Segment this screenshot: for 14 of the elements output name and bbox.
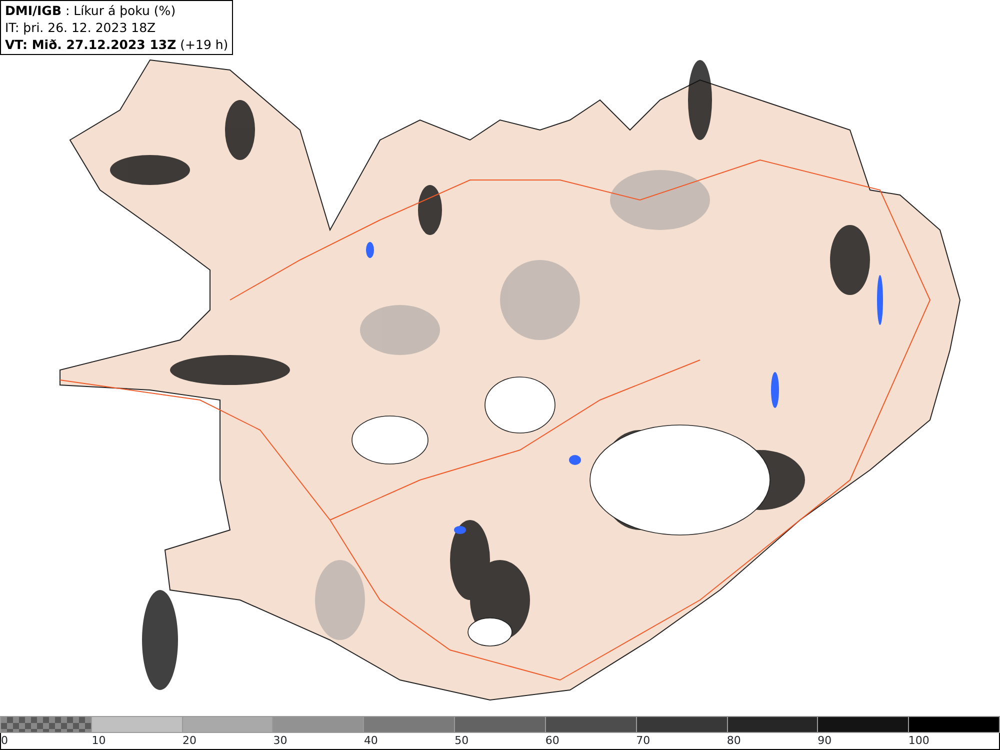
legend-label: 70	[636, 734, 650, 747]
legend-label: 10	[92, 734, 106, 747]
header-line: DMI/IGB : Líkur á þoku (%)	[5, 2, 176, 19]
legend-label: 0	[1, 734, 8, 747]
legend-label: 80	[726, 734, 741, 747]
legend-label: 50	[454, 734, 469, 747]
legend-label: 60	[545, 734, 560, 747]
legend-label: 90	[818, 734, 832, 747]
legend-label: 30	[273, 734, 288, 747]
legend-label: 100	[908, 734, 930, 747]
legend-label: 40	[364, 734, 378, 747]
header-line: VT: Mið. 27.12.2023 13Z (+19 h)	[5, 36, 228, 53]
legend-label: 20	[182, 734, 196, 747]
header-line: IT: þri. 26. 12. 2023 18Z	[5, 19, 156, 36]
